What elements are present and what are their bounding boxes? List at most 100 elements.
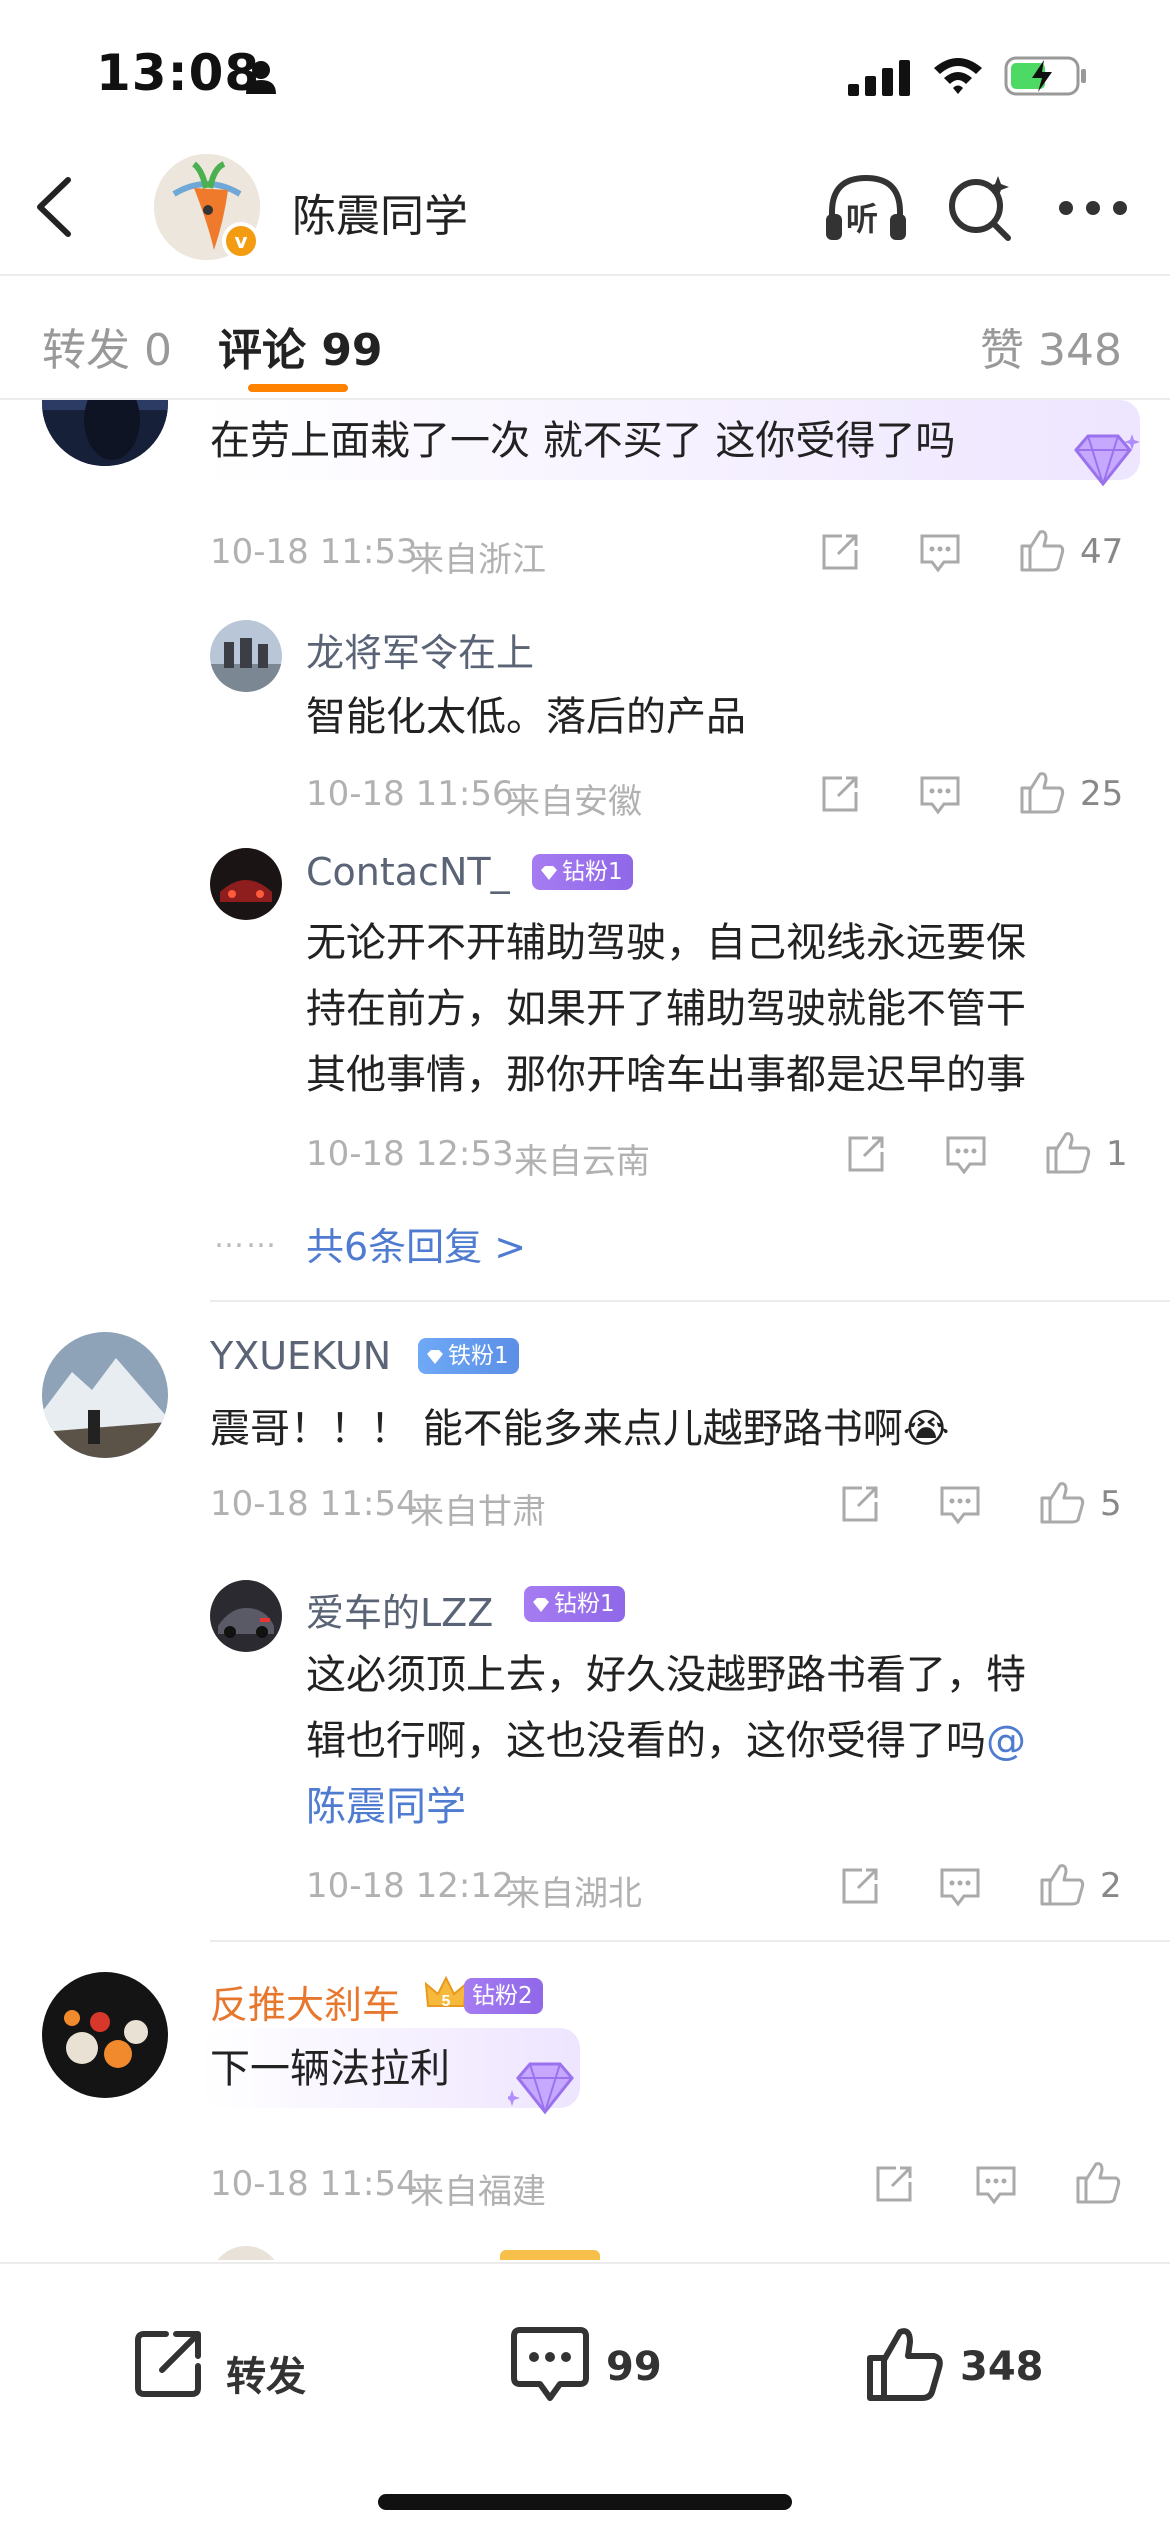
share-icon[interactable] bbox=[844, 1132, 888, 1176]
like-icon[interactable] bbox=[1074, 2158, 1122, 2206]
verified-badge: v bbox=[222, 222, 260, 260]
comment-count[interactable]: 99 bbox=[606, 2344, 662, 2390]
tab-repost[interactable]: 转发 0 bbox=[42, 314, 172, 378]
reply-username[interactable]: ContacNT_ bbox=[306, 850, 510, 894]
avatar-image bbox=[42, 400, 168, 466]
like-icon[interactable] bbox=[1038, 1478, 1086, 1526]
reply-username[interactable]: 爱车的LZZ bbox=[306, 1582, 493, 1637]
status-bar: 13:08 bbox=[0, 0, 1170, 150]
crying-emoji-icon: 😭 bbox=[902, 1406, 950, 1452]
nav-bar: v 陈震同学 听 bbox=[0, 150, 1170, 275]
search-icon[interactable] bbox=[944, 172, 1014, 242]
commenter-username[interactable]: 反推大刹车 bbox=[210, 1974, 400, 2029]
fan-badge-partial bbox=[500, 2250, 600, 2260]
fan-badge-label: 钻粉1 bbox=[554, 1591, 615, 1617]
reply-text-body: 辑也行啊，这也没看的，这你受得了吗 bbox=[306, 1718, 986, 1764]
comment-icon[interactable] bbox=[510, 2324, 590, 2404]
avatar-image bbox=[42, 1972, 168, 2098]
reply-icon[interactable] bbox=[938, 1864, 982, 1908]
comment-list: 在劳上面栽了一次 就不买了 这你受得了吗 10-18 11:53 来自浙江 47… bbox=[0, 400, 1170, 2260]
share-icon[interactable] bbox=[818, 530, 862, 574]
reply-avatar[interactable] bbox=[210, 1580, 282, 1652]
repost-label[interactable]: 转发 bbox=[226, 2344, 306, 2402]
share-icon[interactable] bbox=[838, 1864, 882, 1908]
reply-avatar[interactable] bbox=[210, 620, 282, 692]
commenter-username[interactable]: YXUEKUN bbox=[210, 1334, 391, 1378]
like-count: 25 bbox=[1080, 774, 1124, 814]
home-indicator[interactable] bbox=[378, 2494, 792, 2510]
crown-icon: 5 bbox=[424, 1976, 468, 2010]
fan-badge: 钻粉1 bbox=[524, 1586, 625, 1622]
comment-location: 来自福建 bbox=[410, 2172, 546, 2212]
fan-badge-label: 钻粉2 bbox=[472, 1983, 533, 2009]
comment-divider bbox=[210, 1940, 1170, 1942]
like-icon[interactable] bbox=[864, 2324, 944, 2404]
reply-avatar[interactable] bbox=[210, 2246, 282, 2260]
like-count: 47 bbox=[1080, 532, 1124, 572]
comment-date: 10-18 11:54 bbox=[210, 1484, 418, 1524]
commenter-avatar[interactable] bbox=[42, 1332, 168, 1458]
mention-link[interactable]: 陈震同学 bbox=[306, 1784, 466, 1830]
repost-icon[interactable] bbox=[132, 2324, 208, 2400]
diamond-icon bbox=[541, 865, 557, 880]
reply-text-line: 持在前方，如果开了辅助驾驶就能不管干 bbox=[306, 986, 1026, 1032]
reply-text-line: 其他事情，那你开啥车出事都是迟早的事 bbox=[306, 1052, 1026, 1098]
diamond-decoration-icon bbox=[508, 2062, 574, 2115]
reply-text-line: 这必须顶上去，好久没越野路书看了，特 bbox=[306, 1652, 1026, 1698]
comment-text: 下一辆法拉利 bbox=[210, 2046, 450, 2092]
like-count: 1 bbox=[1106, 1134, 1128, 1174]
fan-badge-label: 铁粉1 bbox=[448, 1343, 509, 1369]
comment-text-body: 震哥！！！ 能不能多来点儿越野路书啊 bbox=[210, 1406, 903, 1452]
fan-badge-label: 钻粉1 bbox=[562, 859, 623, 885]
reply-date: 10-18 11:56 bbox=[306, 774, 514, 814]
like-icon[interactable] bbox=[1038, 1860, 1086, 1908]
view-more-replies-link[interactable]: 共6条回复 > bbox=[306, 1216, 526, 1271]
reply-username[interactable]: 龙将军令在上 bbox=[306, 622, 534, 677]
person-icon bbox=[246, 61, 276, 94]
reply-icon[interactable] bbox=[944, 1132, 988, 1176]
more-options-icon[interactable] bbox=[1058, 200, 1128, 216]
reply-icon[interactable] bbox=[918, 530, 962, 574]
reply-text-line: 陈震同学 bbox=[306, 1774, 466, 1840]
battery-charging-icon bbox=[1004, 56, 1086, 96]
mention-at-symbol[interactable]: @ bbox=[986, 1718, 1026, 1764]
reply-icon[interactable] bbox=[938, 1482, 982, 1526]
fan-badge: 钻粉1 bbox=[532, 854, 633, 890]
fan-badge: 钻粉2 bbox=[464, 1978, 543, 2014]
wifi-icon bbox=[934, 58, 982, 94]
reply-text: 智能化太低。落后的产品 bbox=[306, 694, 746, 740]
page-title: 陈震同学 bbox=[292, 191, 468, 242]
tab-likes[interactable]: 赞 348 bbox=[980, 314, 1122, 378]
reply-location: 来自云南 bbox=[514, 1142, 650, 1182]
back-arrow-icon[interactable] bbox=[30, 172, 80, 242]
reply-icon[interactable] bbox=[918, 772, 962, 816]
diamond-icon bbox=[427, 1349, 443, 1364]
bottom-action-bar: 转发 99 348 bbox=[0, 2262, 1170, 2532]
avatar-image bbox=[210, 1580, 282, 1652]
crown-level: 5 bbox=[442, 1993, 451, 2010]
comment-divider bbox=[210, 1300, 1170, 1302]
like-icon[interactable] bbox=[1044, 1128, 1092, 1176]
like-icon[interactable] bbox=[1018, 526, 1066, 574]
reply-avatar[interactable] bbox=[210, 848, 282, 920]
fan-badge: 铁粉1 bbox=[418, 1338, 519, 1374]
share-icon[interactable] bbox=[818, 772, 862, 816]
commenter-avatar[interactable] bbox=[42, 400, 168, 466]
reply-text-line: 辑也行啊，这也没看的，这你受得了吗@ bbox=[306, 1708, 1026, 1774]
reply-date: 10-18 12:12 bbox=[306, 1866, 514, 1906]
commenter-avatar[interactable] bbox=[42, 1972, 168, 2098]
status-time: 13:08 bbox=[96, 44, 261, 102]
avatar-image bbox=[42, 1332, 168, 1458]
cellular-signal-icon bbox=[848, 60, 910, 96]
reply-location: 来自湖北 bbox=[506, 1874, 642, 1914]
like-icon[interactable] bbox=[1018, 768, 1066, 816]
like-count-total[interactable]: 348 bbox=[960, 2344, 1044, 2390]
comment-date: 10-18 11:53 bbox=[210, 532, 418, 572]
avatar-image bbox=[210, 620, 282, 692]
more-replies-dots: …… bbox=[214, 1220, 278, 1255]
share-icon[interactable] bbox=[872, 2162, 916, 2206]
comment-location: 来自浙江 bbox=[410, 540, 546, 580]
tab-comments[interactable]: 评论 99 bbox=[218, 314, 383, 378]
share-icon[interactable] bbox=[838, 1482, 882, 1526]
reply-icon[interactable] bbox=[974, 2162, 1018, 2206]
